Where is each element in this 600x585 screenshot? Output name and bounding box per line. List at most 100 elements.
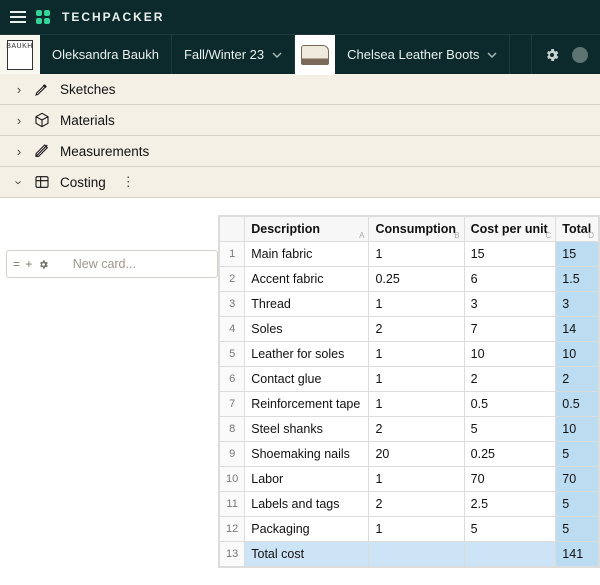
crumb-designer[interactable]: Oleksandra Baukh bbox=[40, 35, 172, 74]
cell-description[interactable]: Labels and tags bbox=[245, 492, 369, 517]
section-label: Sketches bbox=[60, 82, 116, 97]
table-row[interactable]: 11Labels and tags22.55 bbox=[220, 492, 599, 517]
cell-cost-per-unit[interactable]: 2 bbox=[464, 367, 556, 392]
cell-total[interactable]: 70 bbox=[556, 467, 599, 492]
cell-total[interactable]: 2 bbox=[556, 367, 599, 392]
table-row[interactable]: 10Labor17070 bbox=[220, 467, 599, 492]
row-number: 4 bbox=[220, 317, 245, 342]
cell-total[interactable]: 3 bbox=[556, 292, 599, 317]
cell-total[interactable]: 15 bbox=[556, 242, 599, 267]
table-row[interactable]: 8Steel shanks2510 bbox=[220, 417, 599, 442]
gear-icon[interactable] bbox=[544, 47, 560, 63]
row-number: 11 bbox=[220, 492, 245, 517]
cell-cost-per-unit[interactable]: 6 bbox=[464, 267, 556, 292]
section-materials[interactable]: › Materials bbox=[0, 105, 600, 136]
cell-consumption[interactable]: 1 bbox=[369, 392, 464, 417]
cell-total[interactable]: 14 bbox=[556, 317, 599, 342]
drag-icon[interactable]: = bbox=[13, 257, 21, 271]
row-number: 2 bbox=[220, 267, 245, 292]
cell-total[interactable]: 141 bbox=[556, 542, 599, 567]
plus-icon[interactable]: + bbox=[25, 257, 33, 271]
cell-total[interactable]: 10 bbox=[556, 342, 599, 367]
table-row[interactable]: 5Leather for soles11010 bbox=[220, 342, 599, 367]
cell-description[interactable]: Shoemaking nails bbox=[245, 442, 369, 467]
new-card-placeholder: New card... bbox=[73, 257, 136, 271]
cell-total[interactable]: 5 bbox=[556, 492, 599, 517]
table-row[interactable]: 7Reinforcement tape10.50.5 bbox=[220, 392, 599, 417]
cell-consumption[interactable]: 2 bbox=[369, 417, 464, 442]
cell-total[interactable]: 0.5 bbox=[556, 392, 599, 417]
table-row[interactable]: 6Contact glue122 bbox=[220, 367, 599, 392]
cell-consumption[interactable]: 1 bbox=[369, 242, 464, 267]
avatar[interactable] bbox=[572, 47, 588, 63]
section-sketches[interactable]: › Sketches bbox=[0, 74, 600, 105]
cell-total[interactable]: 5 bbox=[556, 442, 599, 467]
cell-description[interactable]: Accent fabric bbox=[245, 267, 369, 292]
cell-cost-per-unit[interactable]: 0.25 bbox=[464, 442, 556, 467]
cell-consumption[interactable]: 2 bbox=[369, 317, 464, 342]
cell-total[interactable]: 5 bbox=[556, 517, 599, 542]
rownum-header bbox=[220, 217, 245, 242]
section-measurements[interactable]: › Measurements bbox=[0, 136, 600, 167]
cell-consumption[interactable]: 20 bbox=[369, 442, 464, 467]
cell-description[interactable]: Leather for soles bbox=[245, 342, 369, 367]
cell-total[interactable]: 10 bbox=[556, 417, 599, 442]
cell-description[interactable]: Soles bbox=[245, 317, 369, 342]
crumb-product-label: Chelsea Leather Boots bbox=[347, 47, 479, 62]
col-header-consumption[interactable]: ConsumptionB bbox=[369, 217, 464, 242]
table-row[interactable]: 2Accent fabric0.2561.5 bbox=[220, 267, 599, 292]
kebab-icon[interactable]: ⋮ bbox=[122, 174, 135, 190]
cell-consumption[interactable] bbox=[369, 542, 464, 567]
cell-description[interactable]: Thread bbox=[245, 292, 369, 317]
cell-consumption[interactable]: 1 bbox=[369, 342, 464, 367]
col-header-cost-per-unit[interactable]: Cost per unitC bbox=[464, 217, 556, 242]
row-number: 10 bbox=[220, 467, 245, 492]
crumb-product[interactable]: Chelsea Leather Boots bbox=[335, 35, 510, 74]
table-row[interactable]: 4Soles2714 bbox=[220, 317, 599, 342]
cell-description[interactable]: Main fabric bbox=[245, 242, 369, 267]
brand-logo-tile[interactable]: BAUKH bbox=[0, 35, 40, 74]
cell-cost-per-unit[interactable]: 3 bbox=[464, 292, 556, 317]
row-number: 3 bbox=[220, 292, 245, 317]
cell-cost-per-unit[interactable]: 0.5 bbox=[464, 392, 556, 417]
section-costing[interactable]: › Costing ⋮ bbox=[0, 167, 600, 198]
table-header-row: DescriptionA ConsumptionB Cost per unitC… bbox=[220, 217, 599, 242]
cell-description[interactable]: Labor bbox=[245, 467, 369, 492]
menu-icon[interactable] bbox=[10, 11, 26, 23]
cell-description[interactable]: Total cost bbox=[245, 542, 369, 567]
new-card-row[interactable]: = + New card... bbox=[6, 250, 218, 278]
cell-cost-per-unit[interactable]: 2.5 bbox=[464, 492, 556, 517]
cell-consumption[interactable]: 1 bbox=[369, 517, 464, 542]
cell-cost-per-unit[interactable]: 70 bbox=[464, 467, 556, 492]
gear-small-icon[interactable] bbox=[38, 257, 49, 271]
table-row[interactable]: 3Thread133 bbox=[220, 292, 599, 317]
cell-cost-per-unit[interactable]: 5 bbox=[464, 517, 556, 542]
cell-consumption[interactable]: 1 bbox=[369, 367, 464, 392]
cell-description[interactable]: Reinforcement tape bbox=[245, 392, 369, 417]
product-thumb[interactable] bbox=[295, 35, 335, 75]
cell-cost-per-unit[interactable]: 7 bbox=[464, 317, 556, 342]
cell-consumption[interactable]: 0.25 bbox=[369, 267, 464, 292]
cell-description[interactable]: Contact glue bbox=[245, 367, 369, 392]
cell-consumption[interactable]: 1 bbox=[369, 467, 464, 492]
cell-consumption[interactable]: 2 bbox=[369, 492, 464, 517]
table-row[interactable]: 12Packaging155 bbox=[220, 517, 599, 542]
costing-sheet[interactable]: DescriptionA ConsumptionB Cost per unitC… bbox=[218, 215, 600, 568]
crumb-season[interactable]: Fall/Winter 23 bbox=[172, 35, 295, 74]
table-row[interactable]: 13Total cost141 bbox=[220, 542, 599, 567]
cell-cost-per-unit[interactable]: 5 bbox=[464, 417, 556, 442]
cell-cost-per-unit[interactable]: 10 bbox=[464, 342, 556, 367]
table-row[interactable]: 9Shoemaking nails200.255 bbox=[220, 442, 599, 467]
table-row[interactable]: 1Main fabric11515 bbox=[220, 242, 599, 267]
cell-total[interactable]: 1.5 bbox=[556, 267, 599, 292]
col-header-description[interactable]: DescriptionA bbox=[245, 217, 369, 242]
col-header-total[interactable]: TotalD bbox=[556, 217, 599, 242]
cube-icon bbox=[34, 112, 50, 128]
crumb-season-label: Fall/Winter 23 bbox=[184, 47, 264, 62]
cell-description[interactable]: Packaging bbox=[245, 517, 369, 542]
cell-consumption[interactable]: 1 bbox=[369, 292, 464, 317]
newcard-tools[interactable]: = + bbox=[13, 257, 49, 271]
cell-cost-per-unit[interactable] bbox=[464, 542, 556, 567]
cell-cost-per-unit[interactable]: 15 bbox=[464, 242, 556, 267]
cell-description[interactable]: Steel shanks bbox=[245, 417, 369, 442]
